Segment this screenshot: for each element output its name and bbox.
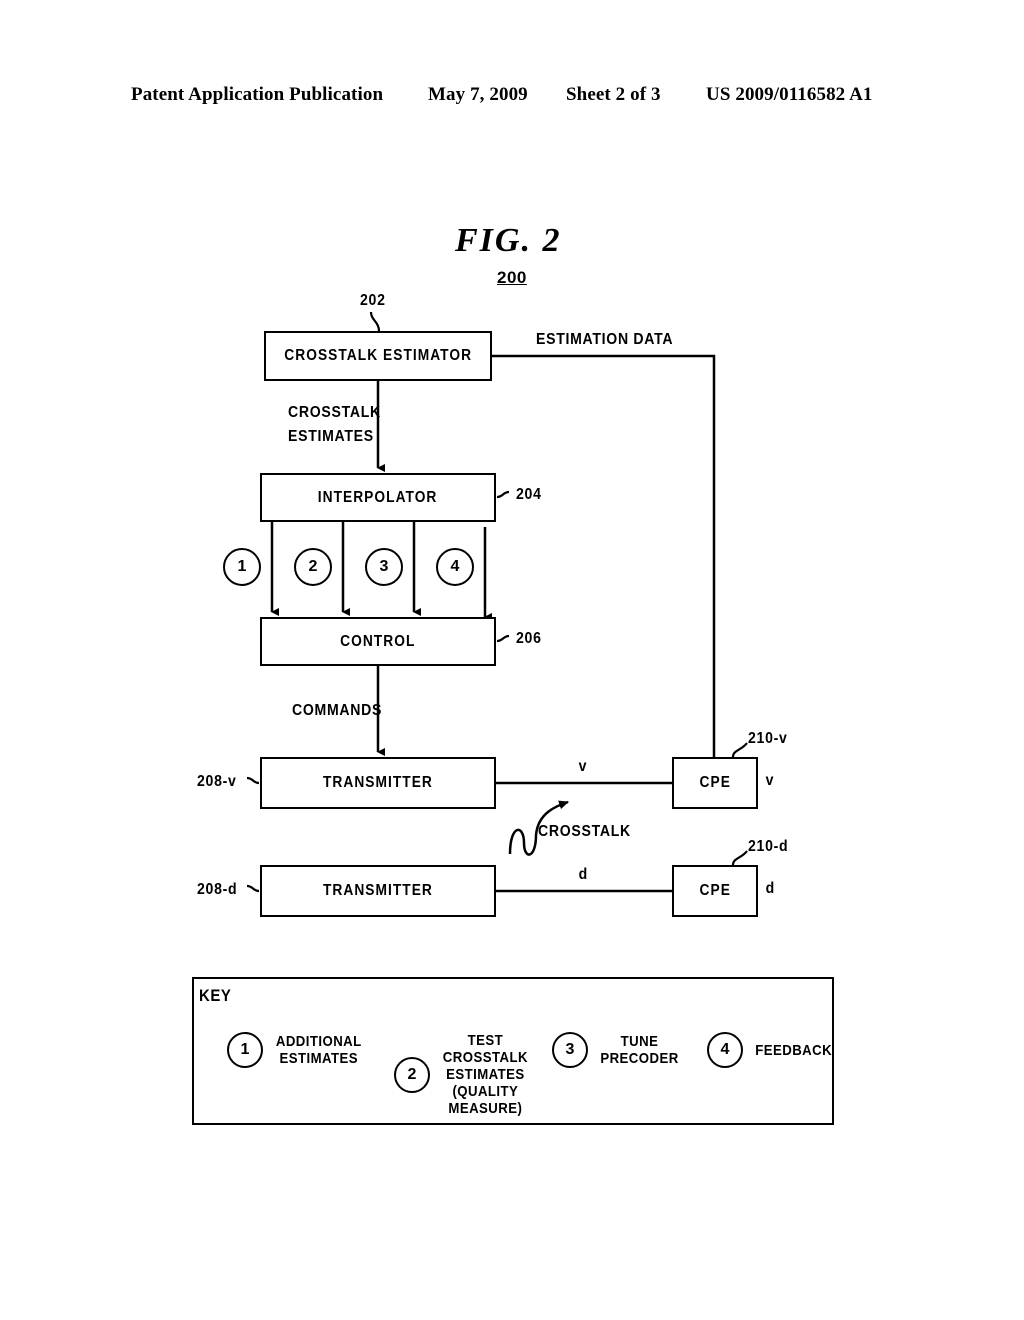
key-legend-item-1: 1 ADDITIONAL ESTIMATES — [227, 1032, 368, 1068]
key-legend-item-3: 3 TUNE PRECODER — [552, 1032, 684, 1068]
signal-label-commands: COMMANDS — [292, 702, 383, 719]
key-label-4: FEEDBACK — [755, 1041, 833, 1059]
key-label-1: ADDITIONAL ESTIMATES — [275, 1033, 362, 1067]
reference-numeral-204: 204 — [516, 486, 542, 503]
lead-line-202 — [369, 311, 381, 332]
lead-line-206 — [496, 634, 510, 643]
block-transmitter-d-label: TRANSMITTER — [323, 882, 433, 899]
lead-line-210v — [731, 742, 748, 758]
block-transmitter-v-label: TRANSMITTER — [323, 774, 433, 791]
reference-numeral-210-v: 210-v — [748, 730, 788, 747]
reference-numeral-202: 202 — [360, 292, 386, 309]
flow-marker-2: 2 — [294, 548, 332, 586]
reference-numeral-210-d: 210-d — [748, 838, 789, 855]
key-legend-item-2: 2 TEST CROSSTALK ESTIMATES (QUALITY MEAS… — [394, 1032, 534, 1117]
cpe-v-output-label: v — [765, 772, 775, 789]
key-label-3: TUNE PRECODER — [600, 1033, 679, 1067]
flow-marker-1: 1 — [223, 548, 261, 586]
key-legend-title: KEY — [199, 986, 232, 1005]
reference-numeral-208-d: 208-d — [197, 881, 238, 898]
block-control: CONTROL — [260, 617, 496, 666]
block-interpolator: INTERPOLATOR — [260, 473, 496, 522]
block-cpe-v-label: CPE — [699, 774, 731, 791]
block-transmitter-d: TRANSMITTER — [260, 865, 496, 917]
signal-label-crosstalk-estimates-line2: ESTIMATES — [288, 428, 374, 445]
key-label-2: TEST CROSSTALK ESTIMATES (QUALITY MEASUR… — [442, 1032, 528, 1117]
signal-label-crosstalk: CROSSTALK — [538, 823, 631, 840]
block-cpe-v: CPE — [672, 757, 758, 809]
block-cpe-d: CPE — [672, 865, 758, 917]
lead-line-208v — [246, 776, 260, 785]
block-crosstalk-estimator-label: CROSSTALK ESTIMATOR — [284, 347, 472, 364]
lead-line-210d — [731, 850, 748, 866]
line-label-d: d — [578, 866, 588, 883]
key-marker-4: 4 — [707, 1032, 743, 1068]
key-legend-item-4: 4 FEEDBACK — [707, 1032, 837, 1068]
estimation-data-path — [492, 354, 716, 757]
signal-label-estimation-data: ESTIMATION DATA — [536, 331, 674, 348]
key-marker-3: 3 — [552, 1032, 588, 1068]
block-crosstalk-estimator: CROSSTALK ESTIMATOR — [264, 331, 492, 381]
signal-label-crosstalk-estimates-line1: CROSSTALK — [288, 404, 381, 421]
block-cpe-d-label: CPE — [699, 882, 731, 899]
reference-numeral-206: 206 — [516, 630, 542, 647]
reference-numeral-208-v: 208-v — [197, 773, 237, 790]
key-marker-1: 1 — [227, 1032, 263, 1068]
key-marker-2: 2 — [394, 1056, 430, 1093]
lead-line-204 — [496, 490, 510, 499]
flow-marker-4: 4 — [436, 548, 474, 586]
block-transmitter-v: TRANSMITTER — [260, 757, 496, 809]
block-control-label: CONTROL — [340, 632, 416, 650]
flow-marker-3: 3 — [365, 548, 403, 586]
cpe-d-output-label: d — [765, 880, 775, 897]
lead-line-208d — [246, 884, 260, 893]
line-label-v: v — [578, 758, 588, 775]
block-interpolator-label: INTERPOLATOR — [318, 488, 438, 506]
